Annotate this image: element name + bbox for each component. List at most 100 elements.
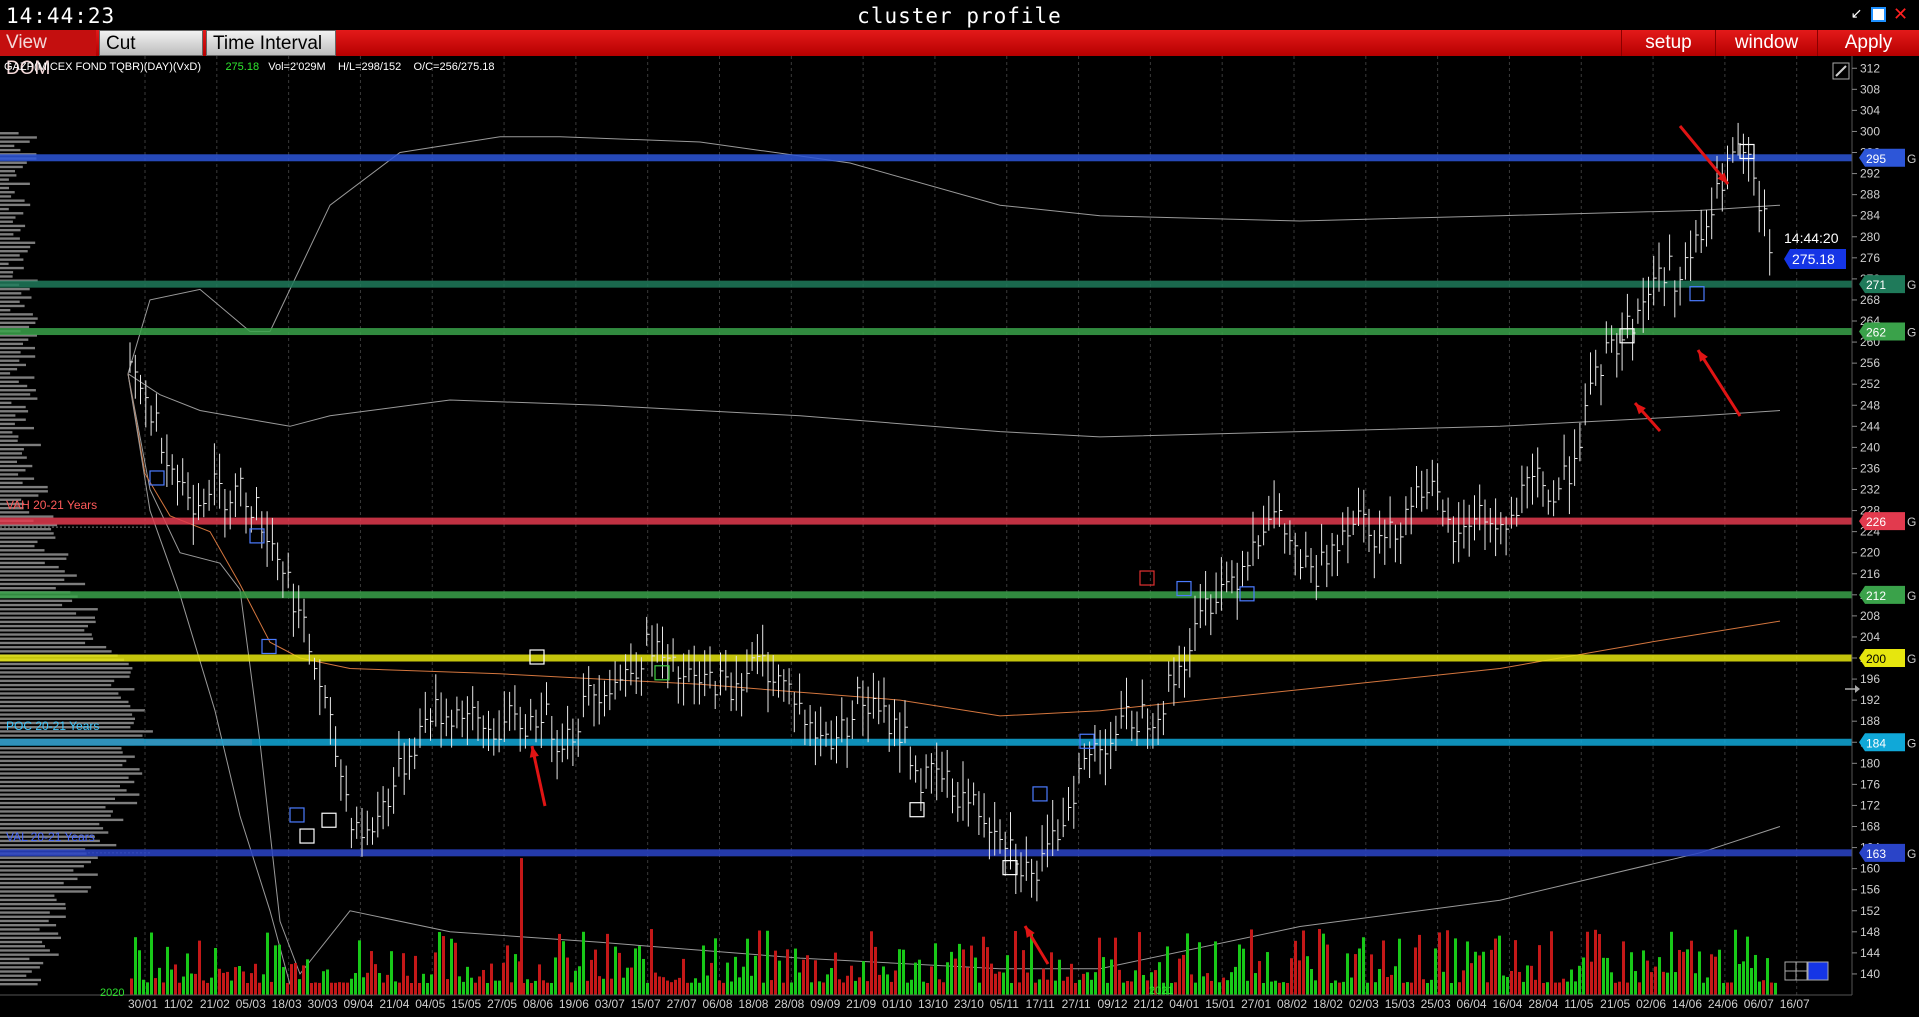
profile-bar <box>0 806 106 809</box>
volume-bar <box>922 981 925 995</box>
maximize-icon[interactable] <box>1871 7 1886 22</box>
volume-bar <box>742 966 745 995</box>
layout-icon[interactable] <box>1784 961 1829 981</box>
profile-bar <box>0 389 36 392</box>
volume-bar <box>426 982 429 995</box>
profile-bar <box>0 494 39 497</box>
volume-bar <box>534 980 537 995</box>
profile-bar <box>0 528 52 531</box>
volume-bar <box>314 982 317 995</box>
minimize-icon[interactable]: ↙ <box>1849 7 1864 22</box>
close-icon[interactable]: ✕ <box>1893 6 1908 24</box>
profile-bar <box>0 961 44 965</box>
volume-bar <box>454 942 457 995</box>
profile-bar <box>0 544 35 548</box>
cut-breaks-button[interactable]: Cut Breaks <box>99 30 203 80</box>
volume-bar <box>978 982 981 995</box>
profile-bar <box>0 599 73 603</box>
level-line-262 <box>0 328 1860 336</box>
volume-bar <box>166 946 169 995</box>
volume-bar <box>1722 982 1725 995</box>
volume-bar <box>666 980 669 995</box>
volume-bar <box>1502 975 1505 995</box>
apply-button[interactable]: Apply <box>1817 30 1919 56</box>
profile-bar <box>0 688 135 691</box>
volume-bar <box>810 982 813 995</box>
toolbar: View DOM Cut Breaks Time Interval setup … <box>0 30 1919 80</box>
volume-bar <box>1254 973 1257 995</box>
volume-bar <box>350 978 353 995</box>
volume-bar <box>1562 978 1565 995</box>
volume-bar <box>630 967 633 995</box>
volume-bar <box>1382 940 1385 995</box>
volume-profile <box>0 132 252 986</box>
profile-bar <box>0 810 113 813</box>
ruler-icon[interactable] <box>1832 62 1850 80</box>
profile-bar <box>0 191 15 194</box>
volume-bar <box>570 982 573 995</box>
x-tick-label: 15/03 <box>1385 997 1415 1011</box>
profile-bar <box>0 414 16 417</box>
volume-bar <box>1606 957 1609 995</box>
volume-bar <box>486 982 489 995</box>
profile-bar <box>0 186 9 190</box>
volume-bar <box>1282 982 1285 995</box>
volume-bar <box>234 967 237 995</box>
volume-bar <box>262 974 265 995</box>
volume-bar <box>1514 940 1517 995</box>
profile-bar <box>0 629 85 632</box>
y-tick-label: 248 <box>1860 398 1880 412</box>
window-button[interactable]: window <box>1715 30 1817 56</box>
profile-bar <box>0 671 131 674</box>
axis-level-suffix: G <box>1907 278 1916 292</box>
y-tick-label: 292 <box>1860 167 1880 181</box>
x-tick-label: 11/02 <box>164 997 193 1011</box>
price-chart[interactable]: 295 G 271 G 262 G 226 G 212 G 200 G 184 G 163 G 140 144 1… <box>0 56 1919 1017</box>
profile-bar <box>0 974 27 977</box>
volume-bar <box>1662 971 1665 995</box>
x-tick-label: 27/07 <box>667 997 697 1011</box>
profile-bar <box>0 553 69 556</box>
profile-bar <box>0 338 29 341</box>
volume-bar <box>682 958 685 995</box>
volume-bar <box>1698 951 1701 995</box>
profile-bar <box>0 292 22 295</box>
profile-bar <box>0 254 20 257</box>
volume-bar <box>1094 972 1097 995</box>
profile-bar <box>0 245 31 249</box>
volume-bar <box>890 981 893 995</box>
setup-button[interactable]: setup <box>1621 30 1715 56</box>
price-axis[interactable]: 1401441481521561601641681721761801841881… <box>1851 56 1919 995</box>
volume-bar <box>1410 982 1413 995</box>
volume-bar <box>270 981 273 995</box>
profile-bar <box>0 667 133 670</box>
time-axis[interactable]: 30/01 11/02 21/02 05/03 18/03 30/03 09/04 21/04… <box>0 994 1852 1011</box>
profile-bar <box>0 898 57 902</box>
x-tick-label: 08/06 <box>523 997 553 1011</box>
profile-bar <box>0 966 40 969</box>
axis-level-suffix: G <box>1907 736 1916 750</box>
volume-bar <box>1250 929 1253 995</box>
volume-bar <box>286 982 289 995</box>
volume-bar <box>1414 947 1417 995</box>
level-line-163 <box>0 849 1860 857</box>
volume-bar <box>274 945 277 995</box>
y-tick-label: 204 <box>1860 630 1880 644</box>
volume-bar <box>614 946 617 995</box>
view-dom-button[interactable]: View DOM <box>0 30 96 79</box>
profile-bar <box>0 679 115 683</box>
volume-bar <box>1030 933 1033 995</box>
volume-bar <box>1710 954 1713 995</box>
x-tick-label: 15/01 <box>1205 997 1235 1011</box>
volume-bar <box>1038 979 1041 995</box>
profile-bar <box>0 700 129 704</box>
cluster-box <box>1689 286 1705 302</box>
volume-bar <box>694 978 697 995</box>
volume-bar <box>798 972 801 995</box>
volume-bar <box>1106 982 1109 995</box>
volume-bar <box>194 973 197 995</box>
profile-bar <box>0 578 65 581</box>
y-tick-label: 188 <box>1860 714 1880 728</box>
time-interval-button[interactable]: Time Interval <box>206 30 336 56</box>
volume-bar <box>1510 970 1513 995</box>
